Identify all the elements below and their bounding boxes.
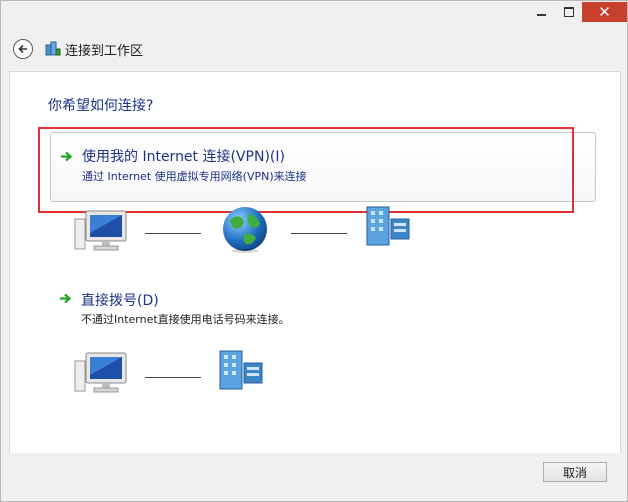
minimize-icon <box>536 14 546 16</box>
vpn-option-title: 使用我的 Internet 连接(VPN)(I) <box>82 149 285 165</box>
computer-icon <box>74 352 127 393</box>
question-heading: 你希望如何连接? <box>48 98 154 114</box>
dial-direct-option[interactable]: 直接拨号(D) 不通过Internet直接使用电话号码来连接。 <box>50 286 594 326</box>
page-title: 连接到工作区 <box>65 44 144 59</box>
close-icon: ✕ <box>598 3 611 21</box>
wizard-header: 连接到工作区 <box>1 29 627 71</box>
dial-option-description: 不通过Internet直接使用电话号码来连接。 <box>81 313 290 326</box>
connector-line <box>291 233 347 234</box>
green-arrow-icon <box>59 293 72 304</box>
wizard-footer: 取消 <box>1 453 627 501</box>
minimize-button[interactable] <box>528 2 554 22</box>
cancel-button[interactable]: 取消 <box>543 462 607 482</box>
connector-line <box>145 377 201 378</box>
maximize-button[interactable] <box>556 2 582 22</box>
connector-line <box>145 233 201 234</box>
internet-globe-icon <box>223 207 267 253</box>
workplace-building-icon <box>219 350 263 390</box>
back-button[interactable] <box>13 39 33 59</box>
computer-icon <box>74 210 127 251</box>
dial-option-title: 直接拨号(D) <box>81 293 159 309</box>
vpn-option[interactable]: 使用我的 Internet 连接(VPN)(I) 通过 Internet 使用虚… <box>50 132 596 202</box>
workplace-building-icon <box>366 206 410 246</box>
green-arrow-icon <box>60 151 73 162</box>
title-bar: ✕ <box>1 1 627 29</box>
maximize-icon <box>564 7 574 17</box>
back-arrow-icon <box>18 44 27 54</box>
network-workplace-icon <box>45 41 61 56</box>
vpn-option-description: 通过 Internet 使用虚拟专用网络(VPN)来连接 <box>82 170 307 183</box>
wizard-content: 你希望如何连接? 使用我的 Internet 连接(VPN)(I) 通过 Int… <box>9 71 621 454</box>
close-button[interactable]: ✕ <box>582 2 627 22</box>
wizard-window: ✕ 连接到工作区 你希望如何连接? 使用我的 Internet 连接(VPN)(… <box>0 0 628 502</box>
